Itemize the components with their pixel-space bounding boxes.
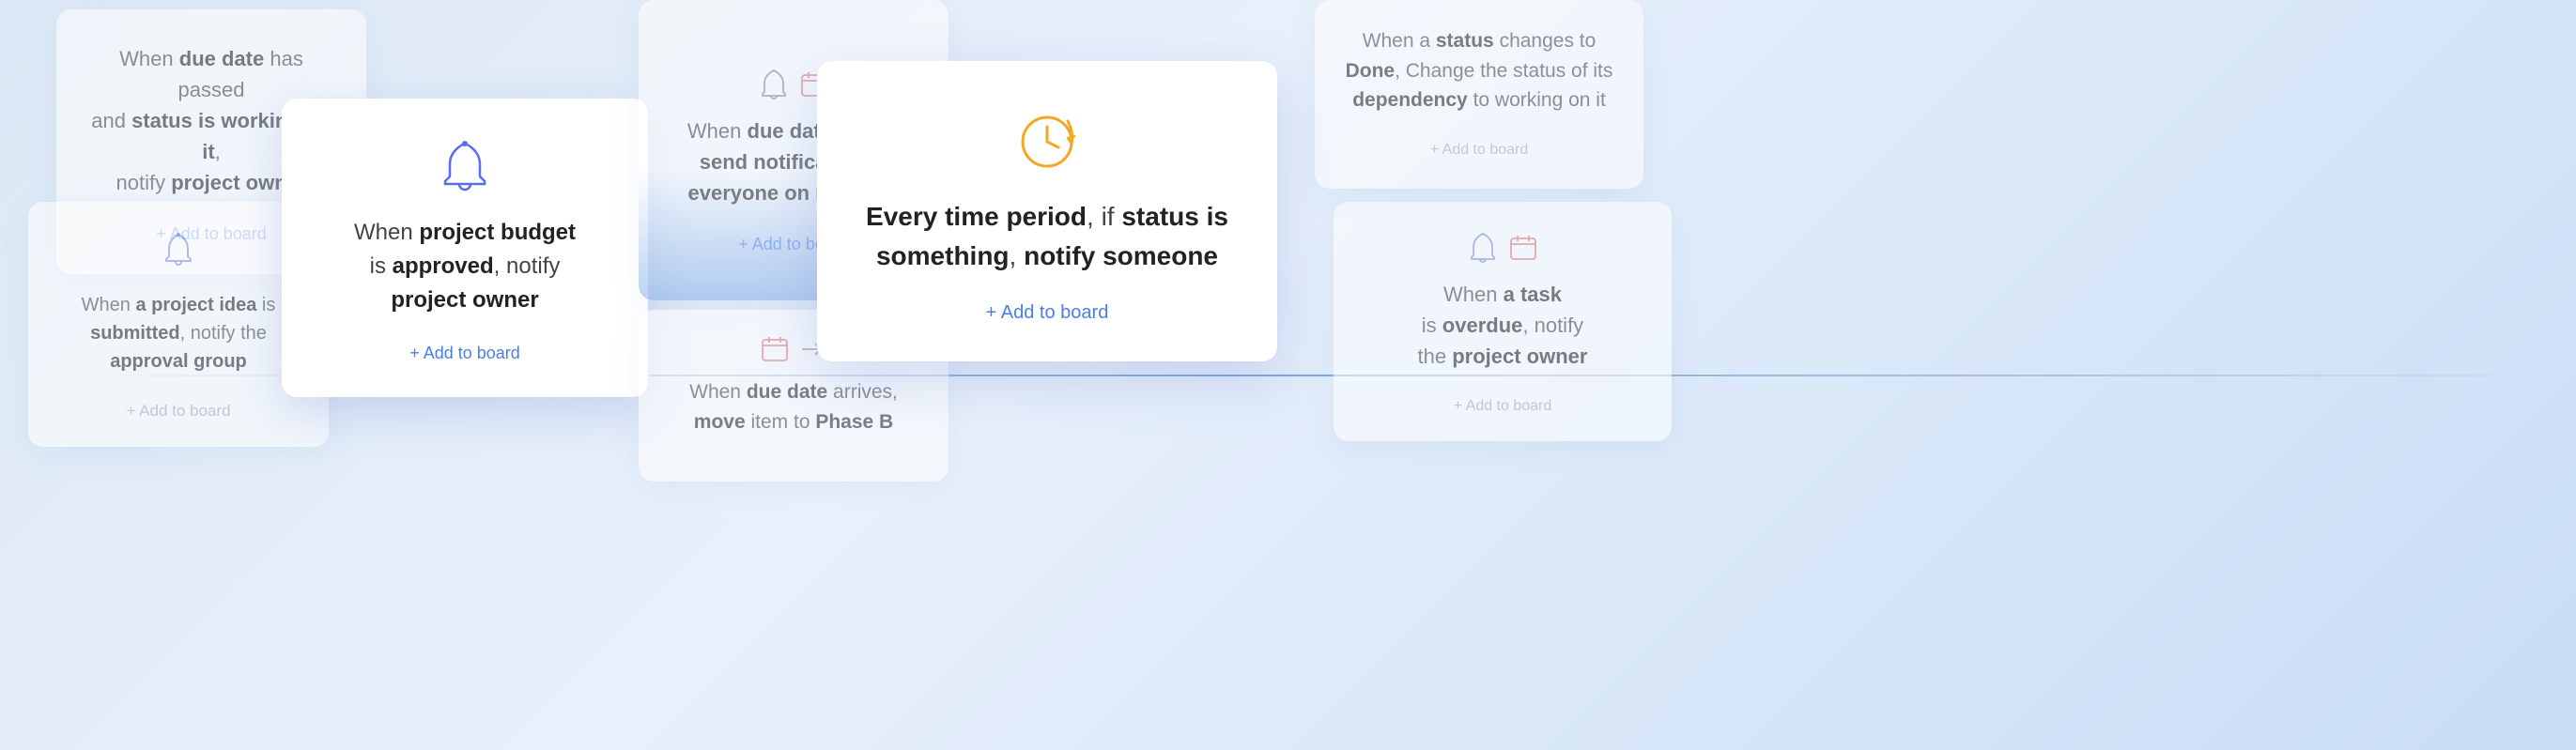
bell-icon-2 — [162, 232, 195, 268]
card-status-done: When a status changes to Done, Change th… — [1315, 0, 1643, 189]
bell-icon-7 — [1468, 232, 1498, 264]
icons-row-7 — [1468, 232, 1537, 264]
calendar-icon-7 — [1509, 235, 1537, 261]
card-project-budget-text: When project budgetis approved, notifypr… — [354, 216, 576, 317]
card-project-idea-text: When a project idea issubmitted, notify … — [82, 291, 276, 375]
bell-icon-4 — [759, 69, 789, 100]
bell-icon-wrap-2 — [162, 232, 195, 272]
clock-icon-wrap-5 — [1015, 110, 1079, 178]
card-project-budget: When project budgetis approved, notifypr… — [282, 99, 648, 397]
calendar-icon-4b — [761, 336, 789, 362]
card-every-time-period-text: Every time period, if status issomething… — [866, 197, 1228, 276]
bell-icon-wrap-3 — [440, 140, 489, 197]
bell-icon-blue-3 — [440, 140, 489, 192]
add-to-board-6[interactable]: + Add to board — [1423, 138, 1536, 162]
add-to-board-2[interactable]: + Add to board — [118, 398, 238, 424]
add-to-board-3[interactable]: + Add to board — [402, 340, 528, 367]
card-status-done-text: When a status changes to Done, Change th… — [1341, 26, 1617, 115]
card-every-time-period: Every time period, if status issomething… — [817, 61, 1277, 361]
card-task-overdue-text: When a taskis overdue, notifythe project… — [1418, 279, 1588, 372]
card-due-date-move-text: When due date arrives,move item to Phase… — [689, 377, 898, 436]
add-to-board-5[interactable]: + Add to board — [979, 298, 1117, 328]
card-task-overdue: When a taskis overdue, notifythe project… — [1334, 202, 1672, 441]
add-to-board-7[interactable]: + Add to board — [1446, 394, 1560, 419]
clock-refresh-icon — [1015, 110, 1079, 174]
